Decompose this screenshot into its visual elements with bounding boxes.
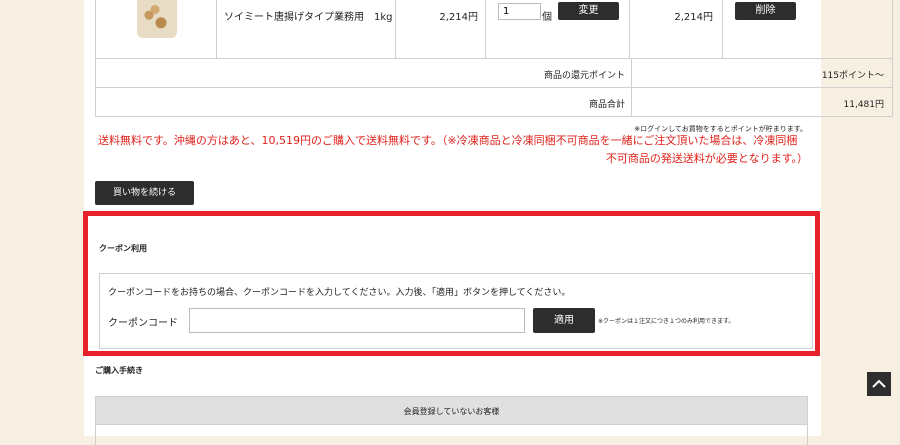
total-value: 11,481円 — [843, 100, 885, 110]
product-thumbnail[interactable] — [137, 0, 177, 38]
guest-customer-header: 会員登録していないお客様 — [95, 396, 808, 425]
scroll-to-top-button[interactable] — [867, 372, 891, 396]
points-label: 商品の還元ポイント — [543, 71, 625, 81]
total-label: 商品合計 — [588, 100, 625, 110]
continue-shopping-button[interactable]: 買い物を続ける — [95, 181, 194, 205]
coupon-section: クーポン利用 クーポンコードをお持ちの場合、クーポンコードを入力してください。入… — [83, 211, 820, 356]
points-row: 商品の還元ポイント 115ポイント〜 — [95, 59, 893, 88]
purchase-procedure-title: ご購入手続き — [95, 366, 143, 375]
shipping-notice-line1: 送料無料です。沖縄の方はあと、10,519円のご購入で送料無料です。（※冷凍商品… — [98, 134, 798, 147]
row-divider — [631, 88, 632, 116]
chevron-up-icon — [872, 379, 886, 388]
item-subtotal: 2,214円 — [674, 12, 713, 23]
coupon-code-label: クーポンコード — [108, 318, 178, 329]
coupon-description: クーポンコードをお持ちの場合、クーポンコードを入力してください。入力後、「適用」… — [108, 288, 571, 298]
thumbnail-cell — [96, 0, 217, 58]
main-content: ソイミート唐揚げタイプ業務用 1kg 2,214円 個 変更 2,214円 削除… — [83, 0, 893, 445]
points-value: 115ポイント〜 — [821, 71, 884, 81]
apply-coupon-button[interactable]: 適用 — [533, 308, 595, 333]
cart-item-row: ソイミート唐揚げタイプ業務用 1kg 2,214円 個 変更 2,214円 削除 — [95, 0, 893, 59]
guest-customer-panel — [95, 425, 808, 445]
product-name[interactable]: ソイミート唐揚げタイプ業務用 1kg — [224, 8, 393, 23]
shipping-notice-line2: 不可商品の発送送料が必要となります。） — [605, 152, 808, 165]
coupon-code-input[interactable] — [189, 308, 525, 333]
shipping-notice: 送料無料です。沖縄の方はあと、10,519円のご購入で送料無料です。（※冷凍商品… — [98, 132, 810, 168]
unit-price: 2,214円 — [439, 12, 478, 23]
quantity-input[interactable] — [498, 3, 541, 20]
coupon-title: クーポン利用 — [99, 244, 147, 253]
coupon-panel: クーポンコードをお持ちの場合、クーポンコードを入力してください。入力後、「適用」… — [99, 273, 813, 349]
change-quantity-button[interactable]: 変更 — [558, 2, 619, 20]
total-row: 商品合計 11,481円 — [95, 88, 893, 117]
coupon-note: ※クーポンは１注文につき１つのみ利用できます。 — [598, 318, 735, 325]
quantity-unit: 個 — [542, 12, 552, 23]
delete-item-button[interactable]: 削除 — [735, 2, 796, 20]
row-divider — [631, 59, 632, 87]
